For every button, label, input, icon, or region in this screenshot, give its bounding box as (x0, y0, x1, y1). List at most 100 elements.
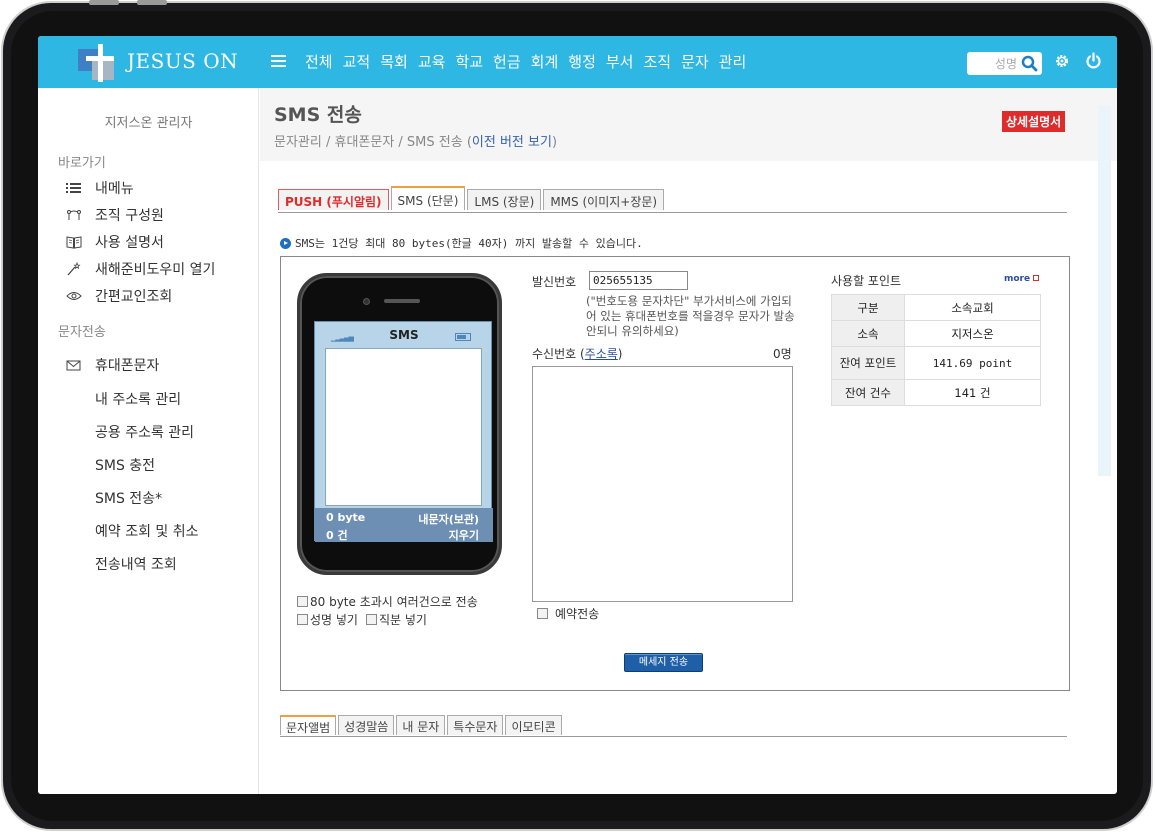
receiver-textarea[interactable] (532, 366, 793, 602)
receiver-label: 수신번호 (주소록) (532, 345, 622, 362)
tablet-button (89, 0, 119, 5)
nav-item-school[interactable]: 학교 (455, 51, 483, 72)
sidebar-item-send-history[interactable]: 전송내역 조회 (95, 554, 177, 574)
sidebar-item-sms-charge[interactable]: SMS 충전 (95, 455, 155, 475)
insert-position-label: 직분 넣기 (378, 613, 427, 627)
tab-message-album[interactable]: 문자앨범 (280, 715, 337, 735)
nav-item-members[interactable]: 교적 (343, 51, 371, 72)
phone-status-bar: 0 byte 0 건 내문자(보관) 지우기 (315, 508, 493, 542)
camera-icon (363, 298, 370, 305)
insert-options: 성명 넣기 직분 넣기 (297, 611, 427, 628)
more-label: more (1004, 274, 1031, 284)
sidebar-item-mobile-sms[interactable]: 휴대폰문자 (66, 355, 159, 375)
main-content: SMS 전송 문자관리 / 휴대폰문자 / SMS 전송 (이전 버전 보기) … (260, 88, 1117, 794)
sidebar-item-new-year-helper[interactable]: 새해준비도우미 열기 (66, 259, 215, 279)
tablet-button (137, 0, 167, 5)
sms-notice: SMS는 1건당 최대 80 bytes(한글 40자) 까지 발송할 수 있습… (280, 235, 643, 251)
nav-item-ministry[interactable]: 목회 (380, 51, 408, 72)
table-row: 잔여 포인트 141.69 point (831, 346, 1041, 380)
tab-emoticons[interactable]: 이모티콘 (505, 715, 562, 735)
tab-special-chars[interactable]: 특수문자 (447, 715, 504, 735)
nav-item-message[interactable]: 문자 (681, 51, 709, 72)
gear-icon[interactable] (1054, 53, 1070, 69)
byte-counter: 0 byte (326, 511, 366, 524)
address-book-link[interactable]: 주소록 (585, 347, 618, 361)
sidebar-item-manual[interactable]: 사용 설명서 (66, 232, 164, 252)
sender-note: ("번호도용 문자차단" 부가서비스에 가입되어 있는 휴대폰번호를 적을경우 … (586, 294, 795, 338)
logo-icon[interactable] (78, 44, 118, 82)
table-row: 잔여 건수 141 건 (831, 379, 1041, 406)
template-tabs: 문자앨범 성경말씀 내 문자 특수문자 이모티콘 (280, 715, 564, 735)
more-link[interactable]: more (1004, 274, 1040, 284)
points-value: 소속교회 (904, 294, 1041, 321)
sidebar-item-quick-lookup[interactable]: 간편교인조회 (66, 286, 172, 306)
tab-lms[interactable]: LMS (장문) (467, 189, 542, 210)
split-label: 80 byte 초과시 여러건으로 전송 (310, 595, 478, 609)
clear-button[interactable]: 지우기 (449, 527, 479, 543)
table-row: 소속 지저스온 (831, 320, 1041, 347)
page-title: SMS 전송 (274, 104, 362, 126)
book-icon (66, 236, 82, 249)
notice-text: SMS는 1건당 최대 80 bytes(한글 40자) 까지 발송할 수 있습… (295, 237, 643, 250)
table-row: 구분 소속교회 (831, 294, 1041, 321)
nav-item-all[interactable]: 전체 (305, 51, 333, 72)
insert-position-checkbox[interactable] (365, 614, 377, 625)
nav-item-organization[interactable]: 조직 (643, 51, 671, 72)
points-key: 소속 (831, 320, 905, 347)
points-key: 잔여 건수 (831, 379, 905, 406)
sidebar-item-my-menu[interactable]: 내메뉴 (66, 178, 134, 198)
sidebar-item-sms-send[interactable]: SMS 전송* (95, 488, 162, 508)
tab-divider (278, 212, 1067, 213)
sidebar-item-reservation[interactable]: 예약 조회 및 취소 (95, 521, 199, 541)
search-input[interactable] (971, 54, 1017, 73)
sidebar-item-shared-address-book[interactable]: 공용 주소록 관리 (95, 422, 194, 442)
breadcrumb: 문자관리 / 휴대폰문자 / SMS 전송 (이전 버전 보기) (274, 131, 557, 150)
tab-sms[interactable]: SMS (단문) (390, 186, 466, 210)
nav-item-accounting[interactable]: 회계 (531, 51, 559, 72)
tab-my-messages[interactable]: 내 문자 (396, 715, 446, 735)
tab-mms[interactable]: MMS (이미지+장문) (543, 189, 665, 210)
nav-item-admin[interactable]: 행정 (568, 51, 596, 72)
screen: JESUS ON 전체 교적 목회 교육 학교 헌금 회계 행정 부서 조직 문… (38, 36, 1117, 794)
page-header: SMS 전송 문자관리 / 휴대폰문자 / SMS 전송 (이전 버전 보기) … (260, 88, 1117, 161)
send-message-button[interactable]: 메세지 전송 (624, 653, 703, 672)
points-key: 잔여 포인트 (831, 346, 905, 380)
nav-item-education[interactable]: 교육 (418, 51, 446, 72)
save-message-button[interactable]: 내문자(보관) (418, 511, 479, 527)
points-value: 지저스온 (904, 320, 1041, 347)
nav-item-offering[interactable]: 헌금 (493, 51, 521, 72)
power-icon[interactable] (1085, 52, 1102, 69)
play-circle-icon (280, 237, 291, 249)
insert-name-label: 성명 넣기 (310, 613, 358, 627)
insert-name-checkbox[interactable] (297, 614, 308, 625)
tab-bible-verse[interactable]: 성경말씀 (338, 715, 395, 735)
reserve-option: 예약전송 (537, 605, 599, 622)
sender-number-field[interactable] (589, 271, 688, 290)
list-icon (66, 183, 81, 193)
logo-text[interactable]: JESUS ON (127, 49, 238, 73)
sms-compose-panel: ▁▂▃▄▅ SMS 0 byte 0 건 내문자(보관) 지우기 80 byte… (280, 256, 1070, 691)
top-nav-bar: JESUS ON 전체 교적 목회 교육 학교 헌금 회계 행정 부서 조직 문… (38, 36, 1117, 88)
nav-item-manage[interactable]: 관리 (719, 51, 747, 72)
battery-icon (455, 333, 471, 341)
speaker-icon (384, 299, 420, 303)
points-heading: 사용할 포인트 (831, 274, 902, 288)
sms-heading: 문자전송 (58, 325, 106, 340)
receiver-label-text: 수신번호 ( (532, 347, 585, 361)
search-icon[interactable] (1021, 55, 1038, 72)
split-checkbox[interactable] (297, 596, 308, 607)
message-textarea[interactable] (325, 348, 482, 506)
arrow-right-icon (1033, 275, 1040, 281)
menu-icon[interactable] (271, 55, 286, 68)
sidebar-item-org-members[interactable]: 조직 구성원 (66, 205, 164, 225)
previous-version-link[interactable]: 이전 버전 보기 (472, 135, 552, 150)
sidebar-item-label: 간편교인조회 (95, 289, 173, 305)
tab-push[interactable]: PUSH (푸시알림) (278, 189, 389, 210)
scrollbar[interactable] (1098, 106, 1111, 476)
sidebar-item-my-address-book[interactable]: 내 주소록 관리 (95, 389, 181, 409)
sender-label: 발신번호 (532, 275, 577, 289)
wand-icon (67, 262, 81, 276)
reserve-checkbox[interactable] (537, 608, 548, 619)
manual-button[interactable]: 상세설명서 (1002, 111, 1066, 132)
nav-item-department[interactable]: 부서 (606, 51, 634, 72)
